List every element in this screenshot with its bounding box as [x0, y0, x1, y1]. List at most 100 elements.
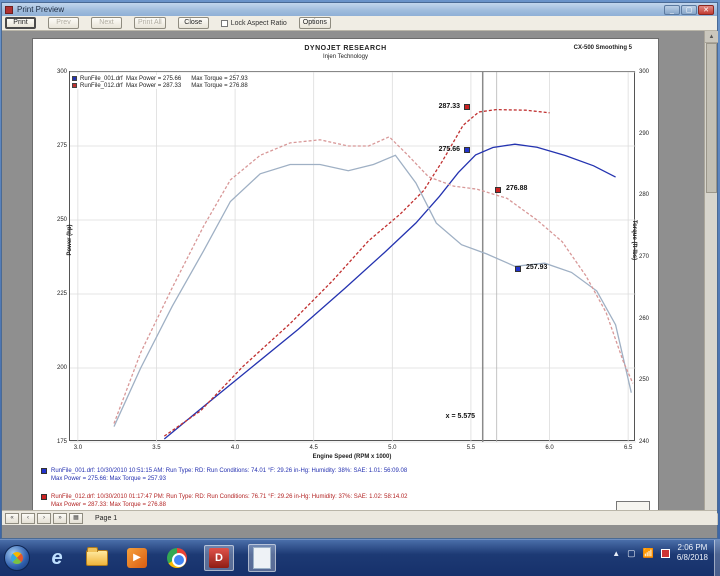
taskbar-item-explorer[interactable]	[84, 545, 110, 571]
status-bar: « ‹ › » ▦ Page 1	[2, 510, 717, 525]
next-button[interactable]: Next	[91, 17, 122, 29]
preview-area: DYNOJET RESEARCH Injen Technology CX-500…	[2, 31, 717, 525]
close-button[interactable]: Close	[178, 17, 209, 29]
x-axis-label: Engine Speed (RPM x 1000)	[70, 454, 634, 460]
nav-grid-button[interactable]: ▦	[69, 513, 83, 524]
tick-label: 6.0	[540, 445, 560, 451]
tick-label: 300	[45, 69, 67, 75]
clock-time: 2:06 PM	[677, 543, 708, 553]
internet-explorer-icon: e	[51, 547, 62, 570]
toolbar: Print Prev Next Print All Close Lock Asp…	[2, 16, 717, 31]
tray-network-icon[interactable]: 📶	[643, 548, 654, 559]
taskbar-item-chrome[interactable]	[164, 545, 190, 571]
options-button[interactable]: Options	[299, 17, 331, 29]
taskbar-item-document-app[interactable]	[248, 544, 276, 572]
start-button[interactable]	[4, 545, 30, 571]
app-icon	[5, 6, 13, 14]
tick-label: 3.0	[68, 445, 88, 451]
legend-text: RunFile_012.drf Max Power = 287.33 Max T…	[80, 83, 248, 89]
vertical-scrollbar[interactable]: ▲ ▼	[704, 31, 717, 525]
nav-prev-button[interactable]: ‹	[21, 513, 35, 524]
clock-date: 6/8/2018	[677, 553, 708, 563]
nav-first-button[interactable]: «	[5, 513, 19, 524]
run2-color-swatch	[41, 494, 47, 500]
nav-next-button[interactable]: ›	[37, 513, 51, 524]
max-power-marker-blue	[464, 147, 470, 153]
tick-label: 225	[45, 291, 67, 297]
minimize-button[interactable]: _	[664, 5, 680, 15]
run2-info: RunFile_012.drf: 10/30/2010 01:17:47 PM:…	[51, 493, 451, 501]
max-torque-marker-blue	[515, 266, 521, 272]
max-torque-label-red: 276.88	[506, 185, 527, 192]
title-bar[interactable]: Print Preview _ ▢ ✕	[2, 3, 717, 16]
tick-label: 280	[639, 192, 659, 198]
app-window: Print Preview _ ▢ ✕ Print Prev Next Prin…	[1, 2, 718, 539]
run1-annotation: RunFile_001.drf: 10/30/2010 10:51:15 AM:…	[41, 467, 461, 483]
print-all-button[interactable]: Print All	[134, 17, 166, 29]
max-power-label-red: 287.33	[410, 103, 460, 110]
scroll-up-arrow[interactable]: ▲	[705, 31, 718, 43]
preview-page: DYNOJET RESEARCH Injen Technology CX-500…	[32, 38, 659, 521]
tick-label: 260	[639, 316, 659, 322]
tray-alert-icon[interactable]	[661, 549, 670, 558]
document-app-icon	[253, 547, 271, 569]
max-power-marker-red	[464, 104, 470, 110]
legend-color-swatch	[72, 76, 77, 81]
tick-label: 275	[45, 143, 67, 149]
taskbar-item-dyno-app-active[interactable]: D	[204, 545, 234, 571]
legend-color-swatch	[72, 83, 77, 88]
run2-max: Max Power = 287.33: Max Torque = 276.88	[51, 501, 451, 509]
tick-label: 4.0	[225, 445, 245, 451]
show-desktop-button[interactable]	[714, 540, 720, 576]
tick-label: 5.0	[382, 445, 402, 451]
tray-expand-icon[interactable]: ▲	[612, 549, 620, 558]
cursor-position-label: x = 5.575	[400, 413, 475, 420]
lock-aspect-checkbox[interactable]	[221, 20, 228, 27]
maximize-button[interactable]: ▢	[681, 5, 697, 15]
tick-label: 3.5	[146, 445, 166, 451]
tick-label: 270	[639, 254, 659, 260]
tick-label: 5.5	[461, 445, 481, 451]
legend-row: RunFile_001.drf Max Power = 275.66 Max T…	[72, 75, 248, 82]
page-number-label: Page 1	[95, 515, 117, 522]
report-subtitle: Injen Technology	[33, 54, 658, 60]
run2-annotation: RunFile_012.drf: 10/30/2010 01:17:47 PM:…	[41, 493, 461, 509]
report-company: DYNOJET RESEARCH	[33, 45, 658, 52]
prev-button[interactable]: Prev	[48, 17, 79, 29]
taskbar-item-media-player[interactable]: ▶	[124, 545, 150, 571]
left-axis-label: Power (hp)	[67, 210, 73, 270]
report-settings: CX-500 Smoothing 5	[574, 45, 632, 51]
print-button[interactable]: Print	[5, 17, 36, 29]
run1-color-swatch	[41, 468, 47, 474]
tick-label: 6.5	[618, 445, 638, 451]
window-title: Print Preview	[17, 5, 664, 14]
chart-legend: RunFile_001.drf Max Power = 275.66 Max T…	[72, 75, 248, 89]
taskbar: e ▶ D ▲ ▢ 📶 2:06 PM 6/8/2018	[0, 539, 720, 576]
tick-label: 200	[45, 365, 67, 371]
max-torque-marker-red	[495, 187, 501, 193]
right-axis-label: Torque (ft-lbs)	[631, 200, 637, 280]
taskbar-item-internet-explorer[interactable]: e	[44, 545, 70, 571]
lock-aspect-label: Lock Aspect Ratio	[231, 20, 287, 27]
max-power-label-blue: 275.66	[410, 146, 460, 153]
scroll-thumb[interactable]	[706, 43, 717, 193]
tick-label: 290	[639, 131, 659, 137]
dyno-chart: Power (hp) Torque (ft-lbs) Engine Speed …	[69, 71, 635, 441]
dyno-app-icon: D	[209, 548, 229, 568]
chrome-icon	[167, 548, 187, 568]
legend-row: RunFile_012.drf Max Power = 287.33 Max T…	[72, 82, 248, 89]
tick-label: 250	[45, 217, 67, 223]
windows-logo-icon	[9, 550, 26, 567]
close-window-button[interactable]: ✕	[698, 5, 714, 15]
tick-label: 240	[639, 439, 659, 445]
media-player-icon: ▶	[127, 548, 147, 568]
taskbar-clock[interactable]: 2:06 PM 6/8/2018	[677, 543, 716, 563]
tick-label: 300	[639, 69, 659, 75]
nav-last-button[interactable]: »	[53, 513, 67, 524]
tick-label: 175	[45, 439, 67, 445]
tray-window-icon[interactable]: ▢	[627, 548, 636, 559]
run1-info: RunFile_001.drf: 10/30/2010 10:51:15 AM:…	[51, 467, 451, 475]
chart-canvas	[70, 72, 636, 442]
tick-label: 250	[639, 377, 659, 383]
tick-label: 4.5	[304, 445, 324, 451]
